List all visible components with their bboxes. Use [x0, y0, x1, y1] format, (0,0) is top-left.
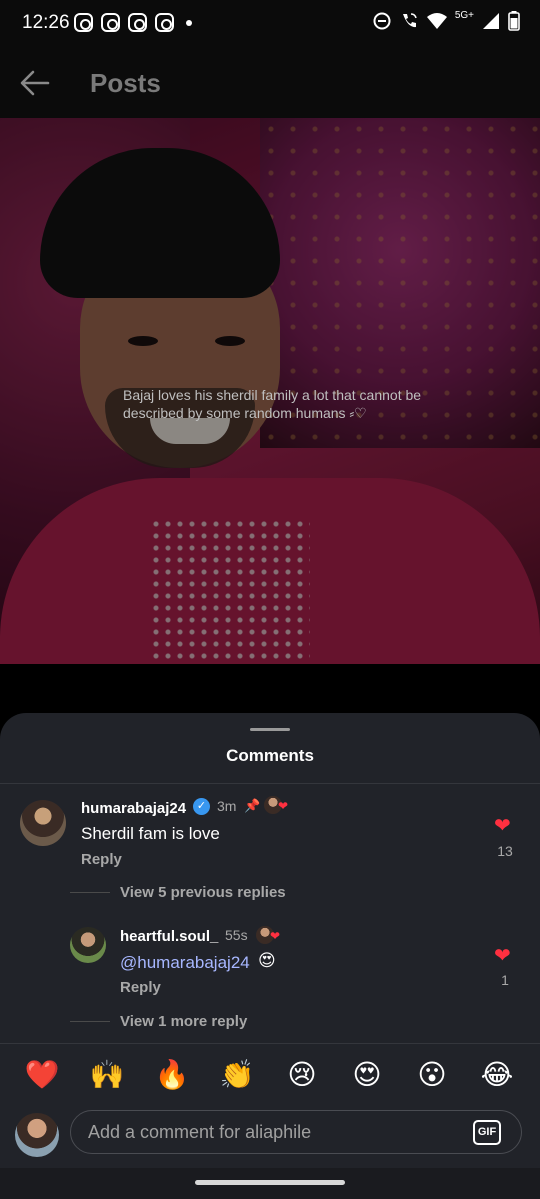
like-count: 1	[501, 972, 509, 988]
wifi-icon	[426, 13, 447, 29]
reply-button[interactable]: Reply	[120, 979, 161, 996]
my-avatar	[15, 1113, 59, 1157]
status-time: 12:26	[22, 12, 70, 33]
reaction-heart-eyes[interactable]: 😍	[347, 1057, 387, 1093]
battery-icon	[508, 11, 520, 31]
reaction-crying[interactable]: 😢	[282, 1057, 322, 1093]
creator-like-heart-icon: ❤	[270, 929, 281, 943]
signal-icon	[483, 13, 499, 29]
like-heart-icon[interactable]: ❤	[494, 813, 511, 838]
comment-input[interactable]	[88, 1111, 458, 1153]
reply-username[interactable]: heartful.soul_	[120, 928, 218, 945]
reaction-surprised[interactable]: 😮	[412, 1057, 452, 1093]
comment-time: 3m	[217, 798, 237, 814]
dot-icon	[186, 19, 192, 26]
avatar[interactable]	[70, 927, 106, 963]
sheet-title: Comments	[226, 746, 314, 765]
post-caption-overlay: Bajaj loves his sherdil family a lot tha…	[123, 387, 422, 421]
reaction-clap[interactable]: 👏	[217, 1057, 257, 1093]
divider	[0, 1043, 540, 1044]
like-count: 13	[497, 843, 513, 859]
like-heart-icon[interactable]: ❤	[494, 943, 511, 968]
top-app-bar: Posts	[0, 46, 540, 118]
view-more-replies-button[interactable]: View 1 more reply	[120, 1013, 247, 1030]
network-label: 5G+	[454, 9, 474, 21]
instagram-icon	[155, 13, 174, 32]
avatar[interactable]	[20, 800, 66, 846]
view-replies-line	[70, 1021, 110, 1022]
page-title: Posts	[90, 68, 161, 98]
reply-button[interactable]: Reply	[81, 851, 122, 868]
status-bar: 12:26 5G+	[0, 0, 540, 46]
gif-button[interactable]: GIF	[473, 1120, 501, 1145]
comment-input-box[interactable]: GIF	[70, 1110, 522, 1154]
reply-mention[interactable]: @humarabajaj24	[120, 953, 250, 973]
reaction-fire[interactable]: 🔥	[152, 1057, 192, 1093]
view-previous-replies-button[interactable]: View 5 previous replies	[120, 884, 286, 901]
creator-like-heart-icon: ❤	[278, 799, 289, 813]
quick-reactions-bar: ❤️ 🙌 🔥 👏 😢 😍 😮 😂	[0, 1057, 540, 1097]
arrow-left-icon	[20, 70, 50, 96]
reaction-heart[interactable]: ❤️	[22, 1057, 62, 1093]
comment-username[interactable]: humarabajaj24	[81, 800, 186, 817]
reply-emoji: 😍	[258, 951, 276, 970]
reply-time: 55s	[225, 927, 248, 943]
comments-sheet: Comments humarabajaj24 ✓ 3m 📌 ❤ Sherdil …	[0, 713, 540, 1199]
instagram-icon	[128, 13, 147, 32]
reaction-laughing[interactable]: 😂	[477, 1057, 517, 1093]
pin-icon: 📌	[244, 798, 261, 813]
notification-icons	[74, 13, 192, 32]
post-image[interactable]: Bajaj loves his sherdil family a lot tha…	[0, 118, 540, 664]
wifi-call-icon	[402, 13, 417, 28]
instagram-icon	[74, 13, 93, 32]
view-replies-line	[70, 892, 110, 893]
home-indicator[interactable]	[195, 1180, 345, 1185]
comment-text: Sherdil fam is love	[81, 824, 220, 843]
divider	[0, 783, 540, 784]
reaction-raised-hands[interactable]: 🙌	[87, 1057, 127, 1093]
back-button[interactable]	[18, 66, 52, 100]
system-icons: 5G+	[373, 9, 520, 31]
verified-badge-icon: ✓	[193, 798, 210, 815]
drag-handle[interactable]	[250, 728, 290, 731]
instagram-icon	[101, 13, 120, 32]
dnd-icon	[373, 12, 391, 30]
